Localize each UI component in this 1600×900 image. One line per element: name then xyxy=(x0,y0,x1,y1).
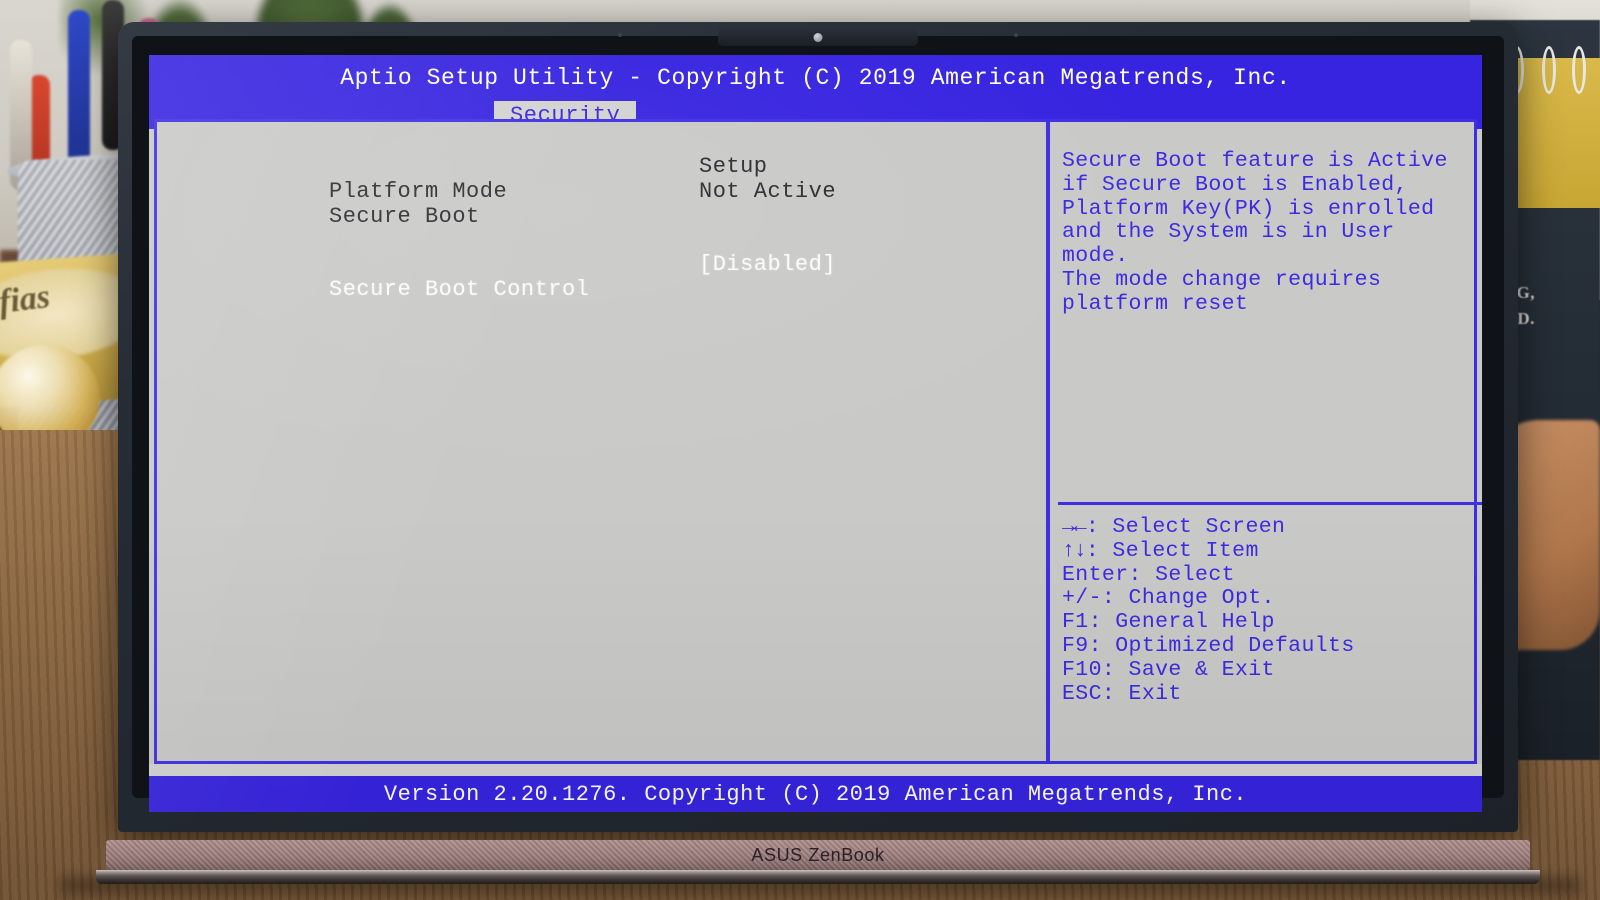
footer-bar: Version 2.20.1276. Copyright (C) 2019 Am… xyxy=(149,776,1482,812)
settings-pane: Platform Mode Setup Secure Boot Not Acti… xyxy=(157,122,1046,761)
arrow-left-right-icon: →← xyxy=(1062,515,1087,539)
key-legend-action-enter: : Select xyxy=(1128,562,1235,587)
key-legend: →←: Select Screen ↑↓: Select Item Enter:… xyxy=(1062,515,1355,707)
key-legend-key-esc: ESC xyxy=(1062,681,1102,706)
key-legend-item-esc: ESC: Exit xyxy=(1062,681,1355,707)
key-legend-key-f1: F1 xyxy=(1062,610,1089,635)
bios-screen: Aptio Setup Utility - Copyright (C) 2019… xyxy=(149,55,1482,812)
footer-gap xyxy=(149,764,1482,776)
key-legend-action-f10: : Save & Exit xyxy=(1101,657,1275,682)
settings-spacer xyxy=(192,204,1046,252)
webcam-module xyxy=(718,28,918,46)
setting-row-secure-boot[interactable]: Secure Boot Not Active xyxy=(192,179,1046,229)
help-pane: Secure Boot feature is Active if Secure … xyxy=(1050,122,1482,761)
setting-row-secure-boot-control[interactable]: Secure Boot Control [Disabled] xyxy=(192,252,1046,302)
setting-row-platform-mode[interactable]: Platform Mode Setup xyxy=(192,154,1046,204)
laptop-shadow xyxy=(60,878,1580,900)
key-legend-action-select-screen: : Select Screen xyxy=(1085,515,1286,539)
webcam-lens-icon xyxy=(813,33,823,42)
key-legend-action-change-opt: : Change Opt. xyxy=(1101,586,1275,611)
setting-label-secure-boot-control: Secure Boot Control xyxy=(329,277,590,302)
key-legend-item-select-screen: →←: Select Screen xyxy=(1062,515,1355,540)
key-legend-item-f9: F9: Optimized Defaults xyxy=(1062,633,1355,659)
help-description: Secure Boot feature is Active if Secure … xyxy=(1062,149,1448,316)
key-legend-action-esc: : Exit xyxy=(1101,681,1182,706)
laptop-brand-label: ASUS ZenBook xyxy=(751,844,885,865)
sensor-dot-right-icon xyxy=(1014,33,1018,37)
arrow-up-down-icon: ↑↓ xyxy=(1062,538,1087,563)
key-legend-key-change-opt: +/- xyxy=(1062,586,1102,611)
key-legend-item-change-opt: +/-: Change Opt. xyxy=(1062,586,1355,611)
key-legend-item-enter: Enter: Select xyxy=(1062,562,1355,588)
key-legend-action-f1: : General Help xyxy=(1088,610,1275,635)
key-legend-key-enter: Enter xyxy=(1062,562,1129,587)
content-frame: Platform Mode Setup Secure Boot Not Acti… xyxy=(154,119,1482,764)
key-legend-key-f10: F10 xyxy=(1062,657,1102,682)
setting-value-platform-mode: Setup xyxy=(699,154,768,179)
key-legend-key-f9: F9 xyxy=(1062,633,1089,658)
key-legend-action-select-item: : Select Item xyxy=(1085,538,1259,563)
key-legend-item-f1: F1: General Help xyxy=(1062,610,1355,635)
laptop-hinge-bar: ASUS ZenBook xyxy=(106,840,1530,870)
key-legend-item-f10: F10: Save & Exit xyxy=(1062,657,1355,683)
sensor-dot-left-icon xyxy=(618,33,622,37)
window-title: Aptio Setup Utility - Copyright (C) 2019… xyxy=(340,65,1291,91)
footer-version-text: Version 2.20.1276. Copyright (C) 2019 Am… xyxy=(383,781,1248,807)
help-separator xyxy=(1058,502,1482,505)
photo-scene: ofias N WEG, N SIND. Aptio Setup Utility… xyxy=(0,0,1600,900)
titlebar: Aptio Setup Utility - Copyright (C) 2019… xyxy=(149,55,1482,101)
setting-value-secure-boot-control: [Disabled] xyxy=(699,252,837,277)
key-legend-action-f9: : Optimized Defaults xyxy=(1088,633,1355,658)
setting-value-secure-boot: Not Active xyxy=(699,179,837,204)
key-legend-item-select-item: ↑↓: Select Item xyxy=(1062,538,1355,564)
